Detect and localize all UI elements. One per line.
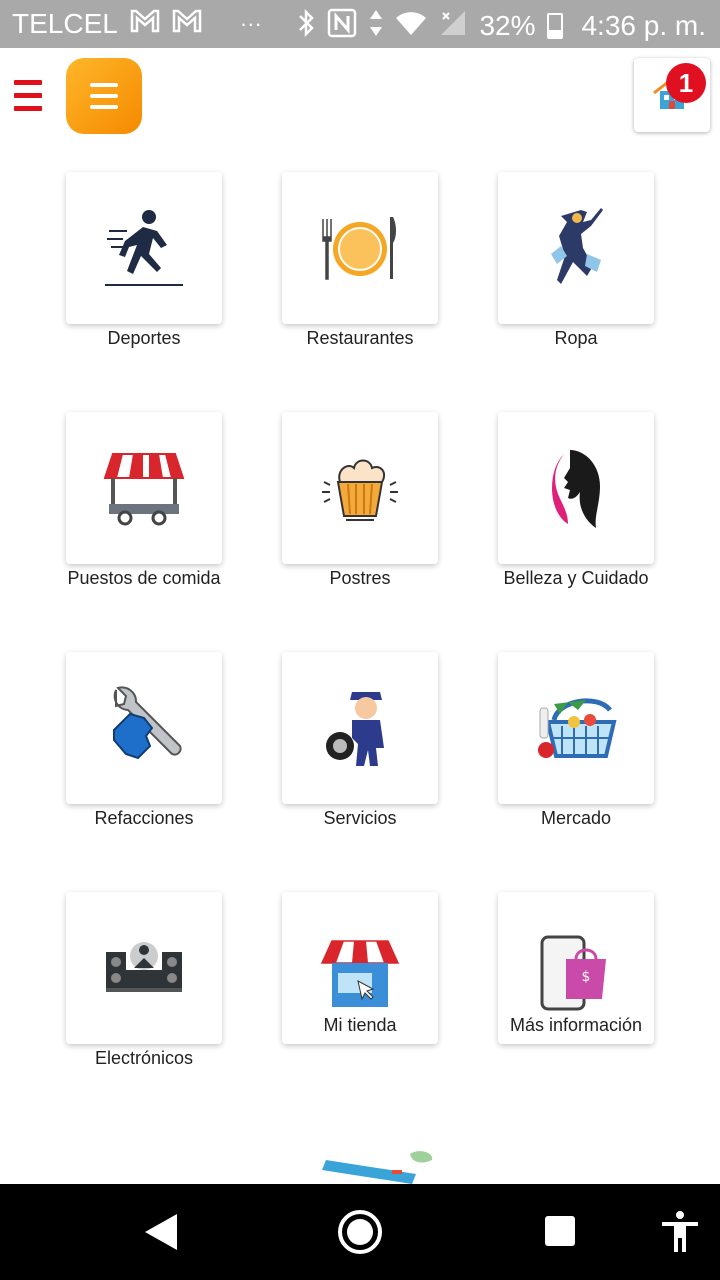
- category-label: Servicios: [323, 808, 397, 828]
- category-card[interactable]: [498, 172, 654, 324]
- category-card[interactable]: $ Más información: [498, 892, 654, 1044]
- app-bar: 1: [0, 48, 720, 148]
- battery-icon: [547, 13, 564, 39]
- menu-button[interactable]: [66, 58, 142, 134]
- mechanic-tire-icon: [326, 692, 384, 766]
- runner-icon: [105, 210, 183, 286]
- category-label: Más información: [509, 1015, 643, 1035]
- signal-icon: [439, 9, 467, 43]
- dj-booth-icon: [106, 942, 182, 992]
- category-label: Refacciones: [94, 808, 194, 828]
- phone-shopping-bag-icon: $: [540, 935, 606, 1011]
- bluetooth-icon: [297, 8, 315, 43]
- category-card[interactable]: [66, 892, 222, 1044]
- back-icon[interactable]: [143, 1212, 179, 1252]
- menu-line: [90, 83, 118, 87]
- category-card[interactable]: [498, 652, 654, 804]
- svg-text:$: $: [582, 969, 591, 985]
- hamburger-icon[interactable]: [14, 80, 42, 114]
- menu-line: [90, 105, 118, 109]
- category-label: Puestos de comida: [67, 568, 221, 588]
- notification-badge: 1: [666, 63, 706, 103]
- more-dots-icon: ···: [239, 11, 262, 36]
- category-card[interactable]: [66, 172, 222, 324]
- grocery-basket-icon: [538, 698, 617, 758]
- category-label: Belleza y Cuidado: [503, 568, 649, 588]
- category-card[interactable]: [282, 412, 438, 564]
- wifi-icon: [395, 10, 427, 42]
- category-label: Mercado: [540, 808, 612, 828]
- recents-icon[interactable]: [545, 1216, 575, 1246]
- category-card[interactable]: [282, 172, 438, 324]
- category-label: Mi tienda: [323, 1015, 397, 1035]
- category-label: Electrónicos: [94, 1048, 194, 1068]
- clock: 4:36 p. m.: [581, 10, 706, 41]
- category-card[interactable]: [282, 652, 438, 804]
- category-label: Ropa: [554, 328, 598, 348]
- data-arrows-icon: [369, 9, 383, 43]
- battery-percent: 32%: [479, 10, 536, 41]
- accessibility-icon[interactable]: [660, 1210, 700, 1254]
- home-icon[interactable]: [338, 1210, 382, 1254]
- system-nav-bar: [0, 1184, 720, 1280]
- promo-banner-image: [322, 1151, 433, 1184]
- category-card[interactable]: [66, 412, 222, 564]
- fashion-figure-icon: [551, 208, 603, 284]
- category-card[interactable]: [498, 412, 654, 564]
- status-bar: TELCEL ··· 32% 4:36 p. m.: [0, 0, 720, 48]
- menu-line: [90, 94, 118, 98]
- category-label: Deportes: [107, 328, 181, 348]
- plate-cutlery-icon: [322, 217, 396, 280]
- nfc-icon: [327, 8, 357, 44]
- shop-awning-icon: [320, 940, 400, 1007]
- woman-profile-icon: [552, 450, 600, 528]
- category-card[interactable]: [66, 652, 222, 804]
- gmail-icon: [130, 9, 160, 39]
- my-store-button[interactable]: 1: [634, 58, 710, 132]
- category-card[interactable]: Mi tienda: [282, 892, 438, 1044]
- wrench-hand-icon: [113, 686, 182, 760]
- category-label: Postres: [329, 568, 391, 588]
- category-label: Restaurantes: [306, 328, 414, 348]
- cupcake-icon: [322, 459, 398, 521]
- food-stall-icon: [103, 453, 185, 526]
- gmail-icon: [172, 9, 202, 39]
- carrier-label: TELCEL: [12, 8, 118, 39]
